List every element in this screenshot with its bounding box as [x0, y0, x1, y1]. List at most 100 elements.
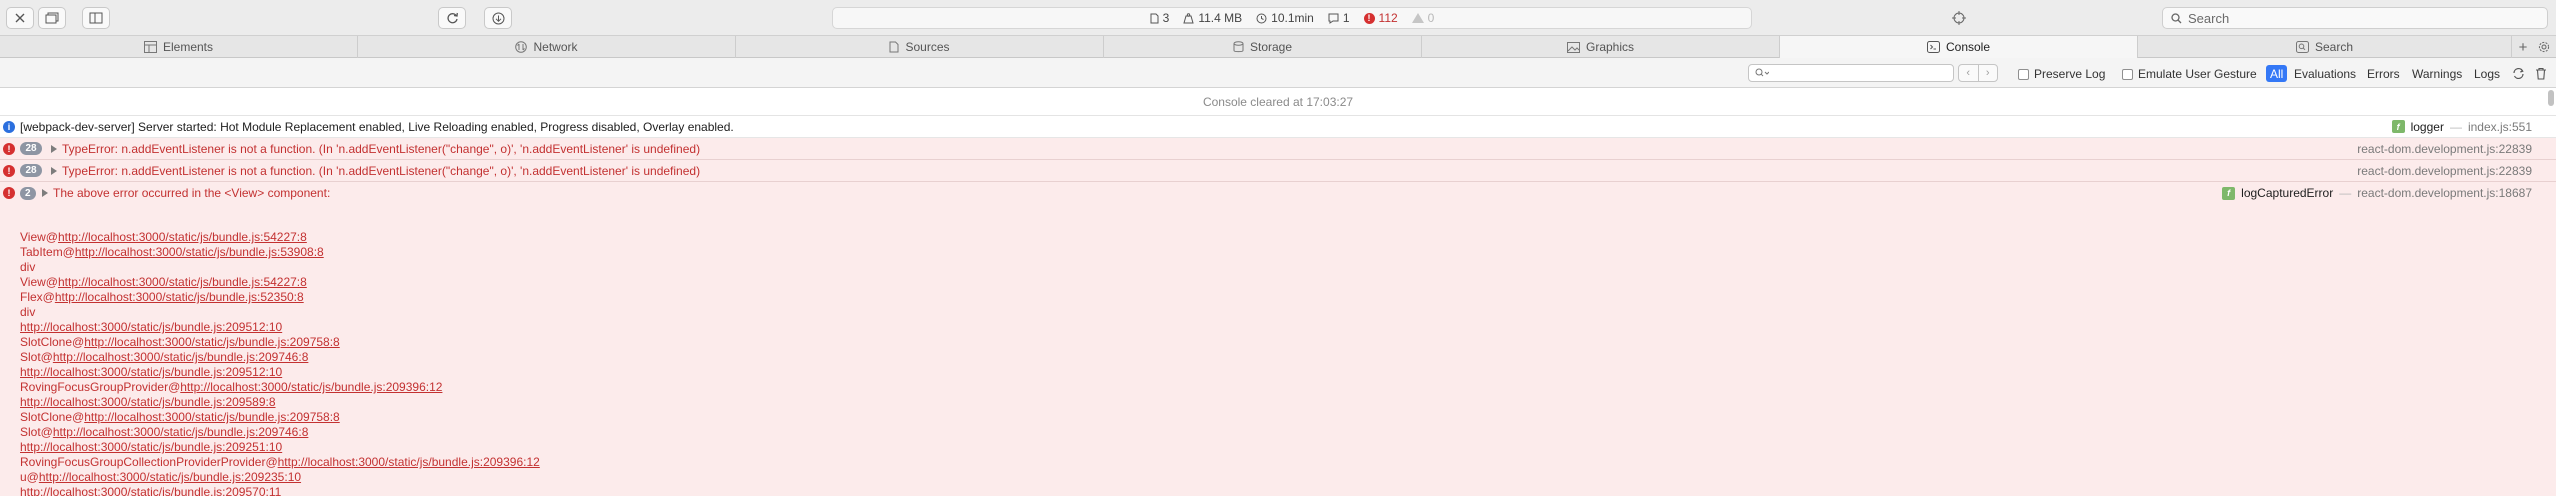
console-error-message[interactable]: ! 28 TypeError: n.addEventListener is no…: [0, 138, 2556, 160]
console-output: Console cleared at 17:03:27 i [webpack-d…: [0, 88, 2556, 496]
emulate-user-gesture-box[interactable]: [2122, 68, 2133, 80]
tab-console-label: Console: [1945, 40, 1991, 54]
resource-size[interactable]: 11.4 MB: [1183, 11, 1242, 25]
load-time[interactable]: 10.1min: [1256, 11, 1314, 25]
warning-icon: [1411, 13, 1424, 23]
storage-icon: [1233, 41, 1244, 53]
inspect-element-button[interactable]: [1945, 7, 1973, 29]
stack-frame-link[interactable]: http://localhost:3000/static/js/bundle.j…: [58, 230, 307, 244]
preserve-log-label: Preserve Log: [2034, 67, 2106, 81]
search-icon: [2171, 12, 2182, 23]
add-tab-button[interactable]: +: [2512, 36, 2534, 58]
weight-icon: [1183, 12, 1194, 23]
stack-frame-link[interactable]: http://localhost:3000/static/js/bundle.j…: [75, 245, 324, 259]
close-button[interactable]: [6, 7, 34, 29]
reload-button[interactable]: [438, 7, 466, 29]
stack-frame-link[interactable]: http://localhost:3000/static/js/bundle.j…: [180, 380, 442, 394]
previous-match-button[interactable]: ‹: [1959, 65, 1978, 81]
stack-frame-link[interactable]: http://localhost:3000/static/js/bundle.j…: [53, 350, 309, 364]
tab-graphics-label: Graphics: [1585, 40, 1635, 54]
component-stack-trace: View@http://localhost:3000/static/js/bun…: [0, 204, 2556, 496]
stack-frame-link[interactable]: http://localhost:3000/static/js/bundle.j…: [20, 395, 276, 409]
error-function-name[interactable]: logCapturedError: [2241, 186, 2333, 200]
stack-frame: div: [20, 305, 2556, 320]
elements-icon: [143, 41, 157, 53]
resources-count-value: 3: [1162, 11, 1170, 25]
tab-graphics[interactable]: Graphics: [1422, 36, 1780, 58]
settings-button[interactable]: [2534, 36, 2554, 58]
info-message-source: f logger — index.js:551: [2391, 120, 2532, 134]
stack-frame-name: Slot@: [20, 350, 53, 364]
clear-console-button[interactable]: [2534, 66, 2548, 80]
level-warnings-button[interactable]: Warnings: [2408, 65, 2466, 82]
error-icon: !: [3, 164, 15, 177]
stack-frame-link[interactable]: http://localhost:3000/static/js/bundle.j…: [58, 275, 307, 289]
stack-frame: TabItem@http://localhost:3000/static/js/…: [20, 245, 2556, 260]
info-function-name[interactable]: logger: [2411, 120, 2444, 134]
console-filter-bar: ‹ › Preserve Log Emulate User Gesture Al…: [0, 58, 2556, 88]
warning-count[interactable]: 0: [1411, 11, 1434, 25]
level-evaluations-button[interactable]: Evaluations: [2290, 65, 2360, 82]
stack-frame: Slot@http://localhost:3000/static/js/bun…: [20, 425, 2556, 440]
info-source-link[interactable]: index.js:551: [2468, 120, 2532, 134]
disclosure-triangle-icon[interactable]: [51, 166, 57, 175]
speech-bubble-icon: [1328, 13, 1339, 24]
tab-elements-label: Elements: [162, 40, 214, 54]
console-error-message[interactable]: ! 28 TypeError: n.addEventListener is no…: [0, 160, 2556, 182]
error-source-link[interactable]: react-dom.development.js:18687: [2357, 186, 2532, 200]
log-count-value: 1: [1342, 11, 1350, 25]
scrollbar-thumb[interactable]: [2548, 90, 2554, 106]
search-icon: [2295, 41, 2309, 53]
network-icon: [515, 41, 528, 53]
stack-frame: SlotClone@http://localhost:3000/static/j…: [20, 410, 2556, 425]
reload-scope-button[interactable]: [2511, 66, 2525, 80]
next-match-button[interactable]: ›: [1977, 65, 1998, 81]
stack-frame-link[interactable]: http://localhost:3000/static/js/bundle.j…: [84, 410, 340, 424]
filter-search-icon: [1755, 68, 1769, 77]
stack-frame: http://localhost:3000/static/js/bundle.j…: [20, 440, 2556, 455]
level-errors-button[interactable]: Errors: [2363, 65, 2404, 82]
stack-frame-link[interactable]: http://localhost:3000/static/js/bundle.j…: [278, 455, 540, 469]
function-icon: f: [2391, 120, 2405, 133]
stack-frame-link[interactable]: http://localhost:3000/static/js/bundle.j…: [20, 485, 281, 496]
stack-frame: http://localhost:3000/static/js/bundle.j…: [20, 485, 2556, 496]
error-source-link[interactable]: react-dom.development.js:22839: [2357, 164, 2532, 178]
tab-storage[interactable]: Storage: [1104, 36, 1422, 58]
console-info-message[interactable]: i [webpack-dev-server] Server started: H…: [0, 116, 2556, 138]
error-message-text: The above error occurred in the <View> c…: [53, 186, 331, 200]
tab-elements[interactable]: Elements: [0, 36, 358, 58]
level-logs-button[interactable]: Logs: [2470, 65, 2504, 82]
log-count[interactable]: 1: [1328, 11, 1350, 25]
console-error-message[interactable]: ! 2 The above error occurred in the <Vie…: [0, 182, 2556, 204]
stack-frame-link[interactable]: http://localhost:3000/static/js/bundle.j…: [53, 425, 309, 439]
stack-frame-name: RovingFocusGroupCollectionProviderProvid…: [20, 455, 278, 469]
stack-frame-name: SlotClone@: [20, 410, 85, 424]
error-count[interactable]: ! 112: [1363, 11, 1398, 25]
download-button[interactable]: [484, 7, 512, 29]
stack-frame-link[interactable]: http://localhost:3000/static/js/bundle.j…: [39, 470, 301, 484]
stack-frame-link[interactable]: http://localhost:3000/static/js/bundle.j…: [20, 440, 282, 454]
resources-count[interactable]: 3: [1150, 11, 1170, 25]
level-all-button[interactable]: All: [2266, 65, 2288, 82]
tab-network[interactable]: Network: [358, 36, 736, 58]
error-source-link[interactable]: react-dom.development.js:22839: [2357, 142, 2532, 156]
console-scrollbar[interactable]: [2546, 88, 2556, 496]
console-filter-input[interactable]: [1748, 64, 1954, 82]
tab-sources-label: Sources: [905, 40, 950, 54]
preserve-log-checkbox[interactable]: Preserve Log: [2018, 67, 2105, 81]
tab-search[interactable]: Search: [2138, 36, 2512, 58]
disclosure-triangle-icon[interactable]: [42, 189, 48, 197]
disclosure-triangle-icon[interactable]: [51, 144, 57, 153]
stack-frame-link[interactable]: http://localhost:3000/static/js/bundle.j…: [20, 365, 282, 379]
stack-frame-link[interactable]: http://localhost:3000/static/js/bundle.j…: [20, 320, 282, 334]
preserve-log-box[interactable]: [2018, 68, 2029, 80]
tab-sources[interactable]: Sources: [736, 36, 1104, 58]
global-search-input[interactable]: Search: [2162, 7, 2548, 29]
stack-frame-link[interactable]: http://localhost:3000/static/js/bundle.j…: [84, 335, 340, 349]
console-icon: [1926, 41, 1940, 53]
tab-console[interactable]: Console: [1780, 36, 2138, 58]
dock-side-button[interactable]: [82, 7, 110, 29]
stack-frame-link[interactable]: http://localhost:3000/static/js/bundle.j…: [55, 290, 304, 304]
undock-button[interactable]: [38, 7, 66, 29]
emulate-user-gesture-checkbox[interactable]: Emulate User Gesture: [2122, 67, 2257, 81]
